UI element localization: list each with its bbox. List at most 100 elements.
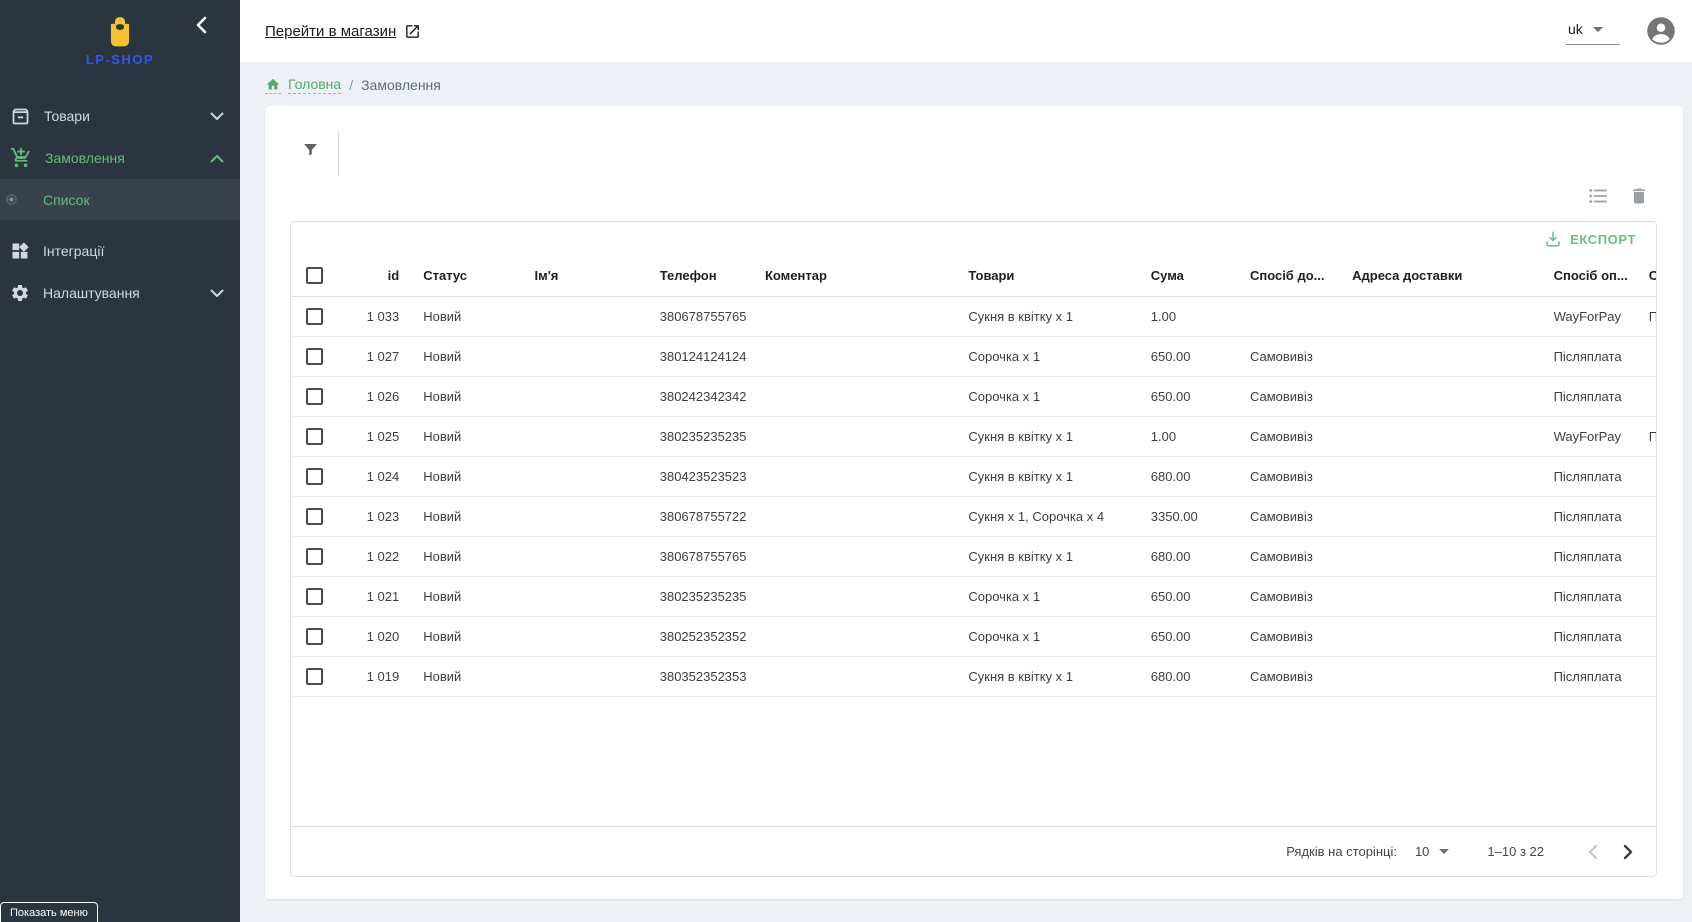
topbar: Перейти в магазин uk	[240, 0, 1692, 62]
sidebar-item-orders-list[interactable]: Список	[0, 179, 240, 220]
sidebar-item-settings[interactable]: Налаштування	[0, 272, 240, 314]
table-row[interactable]: 1 024Новий380423523523Сукня в квітку x 1…	[291, 456, 1656, 496]
cell-delivery: Самовивіз	[1244, 336, 1346, 376]
cell-sum: 3350.00	[1146, 496, 1244, 536]
row-checkbox[interactable]	[306, 668, 323, 685]
breadcrumb-home-link[interactable]: Головна	[265, 76, 341, 94]
show-menu-tooltip: Показать меню	[0, 902, 98, 922]
row-checkbox[interactable]	[306, 388, 323, 405]
cell-phone: 380235235235	[655, 416, 760, 456]
column-header-id: id	[331, 256, 399, 296]
row-checkbox[interactable]	[306, 628, 323, 645]
table-row[interactable]: 1 026Новий380242342342Сорочка x 1650.00С…	[291, 376, 1656, 416]
cell-payment_status	[1644, 456, 1656, 496]
home-icon	[265, 77, 281, 94]
table-row[interactable]: 1 019Новий380352352353Сукня в квітку x 1…	[291, 656, 1656, 696]
column-header-status: Статус	[399, 256, 529, 296]
table-row[interactable]: 1 025Новий380235235235Сукня в квітку x 1…	[291, 416, 1656, 456]
cell-sum: 650.00	[1146, 336, 1244, 376]
cell-address	[1346, 416, 1548, 456]
archive-box-icon	[10, 106, 31, 127]
sidebar-collapse-button[interactable]	[194, 16, 210, 39]
rows-per-page-select[interactable]: 10	[1415, 844, 1449, 859]
sidebar-item-orders[interactable]: Замовлення	[0, 137, 240, 179]
row-select-cell	[291, 576, 331, 616]
cell-payment_status	[1644, 536, 1656, 576]
chevron-left-icon	[194, 16, 210, 34]
row-checkbox[interactable]	[306, 508, 323, 525]
cell-comment	[760, 416, 965, 456]
list-view-icon[interactable]	[1587, 185, 1609, 207]
next-page-button[interactable]	[1610, 834, 1646, 870]
sidebar-item-label: Налаштування	[43, 285, 210, 301]
table-row[interactable]: 1 020Новий380252352352Сорочка x 1650.00С…	[291, 616, 1656, 656]
cell-status: Новий	[399, 456, 529, 496]
rows-per-page-value: 10	[1415, 844, 1429, 859]
row-checkbox[interactable]	[306, 348, 323, 365]
chevron-down-icon	[210, 289, 224, 298]
cell-sum: 650.00	[1146, 576, 1244, 616]
cell-id: 1 026	[331, 376, 399, 416]
sidebar-item-label: Товари	[44, 108, 210, 124]
cell-address	[1346, 536, 1548, 576]
sidebar-item-products[interactable]: Товари	[0, 95, 240, 137]
cell-name	[529, 576, 654, 616]
table-row[interactable]: 1 027Новий380124124124Сорочка x 1650.00С…	[291, 336, 1656, 376]
cell-products: Сорочка x 1	[965, 336, 1145, 376]
caret-down-icon	[1439, 849, 1449, 854]
cell-products: Сукня в квітку x 1	[965, 536, 1145, 576]
cell-address	[1346, 616, 1548, 656]
cell-payment: Післяплата	[1549, 376, 1644, 416]
table-row[interactable]: 1 021Новий380235235235Сорочка x 1650.00С…	[291, 576, 1656, 616]
user-avatar[interactable]	[1646, 16, 1676, 46]
row-select-cell	[291, 536, 331, 576]
row-checkbox[interactable]	[306, 588, 323, 605]
column-header-sum: Сума	[1146, 256, 1244, 296]
cell-address	[1346, 456, 1548, 496]
previous-page-button[interactable]	[1574, 834, 1610, 870]
sidebar-item-integrations[interactable]: Інтеграції	[0, 230, 240, 272]
sidebar-nav: Товари Замовлення Список Інт	[0, 95, 240, 314]
cell-delivery: Самовивіз	[1244, 656, 1346, 696]
cell-id: 1 023	[331, 496, 399, 536]
cell-id: 1 025	[331, 416, 399, 456]
cell-phone: 380423523523	[655, 456, 760, 496]
export-button[interactable]: ЕКСПОРТ	[1536, 226, 1644, 252]
cell-comment	[760, 376, 965, 416]
cell-id: 1 033	[331, 296, 399, 336]
orders-table-card: ЕКСПОРТ idСтатусІм'яТелефонКоментарТовар…	[290, 221, 1657, 877]
column-header-delivery: Спосіб до...	[1244, 256, 1346, 296]
table-header-row: idСтатусІм'яТелефонКоментарТовариСумаСпо…	[291, 256, 1656, 296]
cell-products: Сукня в квітку x 1	[965, 456, 1145, 496]
cell-status: Новий	[399, 296, 529, 336]
cell-delivery: Самовивіз	[1244, 576, 1346, 616]
cell-status: Новий	[399, 416, 529, 456]
cell-payment_status: Пі	[1644, 296, 1656, 336]
row-checkbox[interactable]	[306, 468, 323, 485]
logo-text: LP-SHOP	[86, 52, 154, 67]
row-checkbox[interactable]	[306, 428, 323, 445]
filter-button[interactable]	[301, 140, 320, 164]
row-checkbox[interactable]	[306, 308, 323, 325]
table-row[interactable]: 1 022Новий380678755765Сукня в квітку x 1…	[291, 536, 1656, 576]
row-select-cell	[291, 656, 331, 696]
export-label: ЕКСПОРТ	[1570, 232, 1636, 247]
delete-trash-icon[interactable]	[1629, 185, 1649, 207]
cell-id: 1 020	[331, 616, 399, 656]
cell-status: Новий	[399, 376, 529, 416]
table-row[interactable]: 1 033Новий380678755765Сукня в квітку x 1…	[291, 296, 1656, 336]
cell-comment	[760, 536, 965, 576]
cell-payment: WayForPay	[1549, 296, 1644, 336]
language-select[interactable]: uk	[1566, 17, 1620, 45]
cell-status: Новий	[399, 536, 529, 576]
cell-sum: 650.00	[1146, 616, 1244, 656]
row-select-cell	[291, 616, 331, 656]
select-all-checkbox[interactable]	[306, 267, 323, 284]
cell-products: Сукня в квітку x 1	[965, 656, 1145, 696]
cell-name	[529, 496, 654, 536]
table-row[interactable]: 1 023Новий380678755722Сукня x 1, Сорочка…	[291, 496, 1656, 536]
row-select-cell	[291, 416, 331, 456]
go-to-store-link[interactable]: Перейти в магазин	[265, 23, 421, 40]
cell-payment: Післяплата	[1549, 496, 1644, 536]
row-checkbox[interactable]	[306, 548, 323, 565]
